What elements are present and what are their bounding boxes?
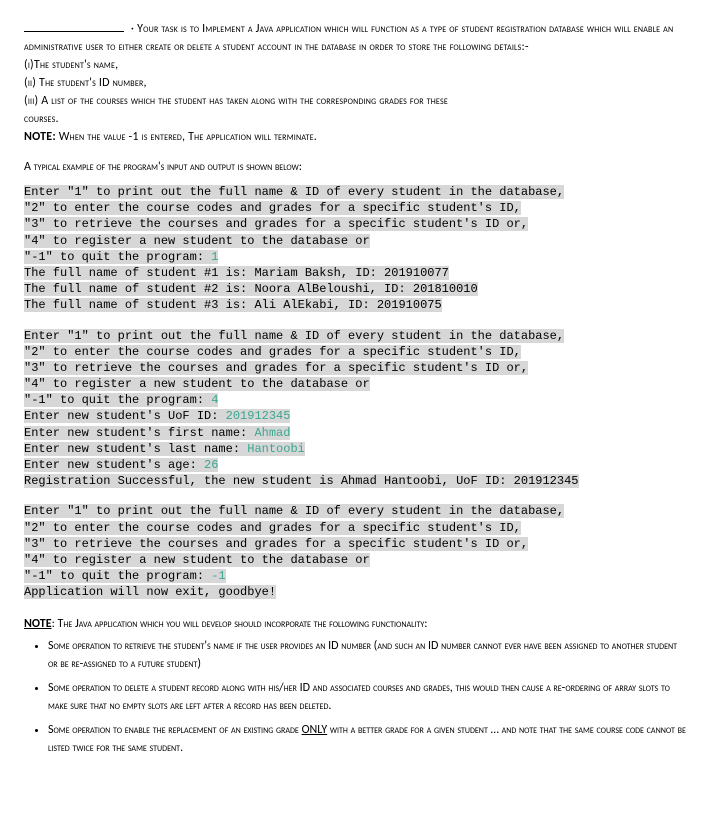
intro-item3: (iii) A list of the courses which the st…	[24, 94, 448, 108]
code-line: Enter new student's last name:	[24, 442, 247, 456]
code-line: "4" to register a new student to the dat…	[24, 553, 370, 567]
intro-item3b: courses.	[24, 112, 59, 126]
code-line: Application will now exit, goodbye!	[24, 585, 276, 599]
user-input: -1	[211, 569, 225, 583]
code-line: "3" to retrieve the courses and grades f…	[24, 537, 528, 551]
code-line: The full name of student #2 is: Noora Al…	[24, 282, 478, 296]
intro-item2: (ii) The student's ID number,	[24, 76, 147, 90]
code-line: "2" to enter the course codes and grades…	[24, 201, 521, 215]
code-line: Enter "1" to print out the full name & I…	[24, 504, 564, 518]
console-block-2: Enter "1" to print out the full name & I…	[24, 328, 689, 490]
code-line: The full name of student #1 is: Mariam B…	[24, 266, 449, 280]
code-line: "3" to retrieve the courses and grades f…	[24, 217, 528, 231]
user-input: Hantoobi	[247, 442, 305, 456]
note-text: When the value -1 is entered, The applic…	[56, 130, 317, 144]
code-line: "2" to enter the course codes and grades…	[24, 521, 521, 535]
code-line: "-1" to quit the program:	[24, 393, 211, 407]
code-line: Enter new student's UoF ID:	[24, 409, 226, 423]
code-line: Enter new student's age:	[24, 458, 204, 472]
only-emphasis: ONLY	[302, 723, 328, 737]
console-block-3: Enter "1" to print out the full name & I…	[24, 503, 689, 600]
blank-underline	[24, 31, 124, 32]
bullet-replace-grade: Some operation to enable the replacement…	[48, 721, 689, 757]
task-description: · Your task is to Implement a Java appli…	[24, 20, 689, 146]
code-line: "4" to register a new student to the dat…	[24, 377, 370, 391]
bullet-retrieve: Some operation to retrieve the student's…	[48, 637, 689, 673]
example-heading: A typical example of the program's input…	[24, 160, 689, 174]
code-line: Enter new student's first name:	[24, 426, 254, 440]
user-input: 201912345	[226, 409, 291, 423]
code-line: "2" to enter the course codes and grades…	[24, 345, 521, 359]
intro-line3: student account in the database in order…	[223, 40, 529, 54]
code-line: "4" to register a new student to the dat…	[24, 234, 370, 248]
code-line: The full name of student #3 is: Ali AlEk…	[24, 298, 442, 312]
intro-item1: (i)The student's name,	[24, 58, 118, 72]
code-line: Registration Successful, the new student…	[24, 474, 579, 488]
note-rest: : The Java application which you will de…	[52, 617, 428, 631]
note-label: NOTE	[24, 617, 52, 631]
user-input: 1	[211, 250, 218, 264]
code-line: "-1" to quit the program:	[24, 569, 211, 583]
console-block-1: Enter "1" to print out the full name & I…	[24, 184, 689, 314]
bullet-delete: Some operation to delete a student recor…	[48, 679, 689, 715]
functionality-bullets: Some operation to retrieve the student's…	[48, 637, 689, 757]
code-line: "-1" to quit the program:	[24, 250, 211, 264]
code-line: "3" to retrieve the courses and grades f…	[24, 361, 528, 375]
user-input: 4	[211, 393, 218, 407]
intro-line1: · Your task is to Implement a Java appli…	[131, 22, 427, 36]
code-line: Enter "1" to print out the full name & I…	[24, 185, 564, 199]
bullet-text-a: Some operation to enable the replacement…	[48, 723, 302, 737]
note-label: NOTE:	[24, 130, 56, 144]
functionality-note: NOTE: The Java application which you wil…	[24, 615, 689, 758]
user-input: 26	[204, 458, 218, 472]
user-input: Ahmad	[254, 426, 290, 440]
code-line: Enter "1" to print out the full name & I…	[24, 329, 564, 343]
